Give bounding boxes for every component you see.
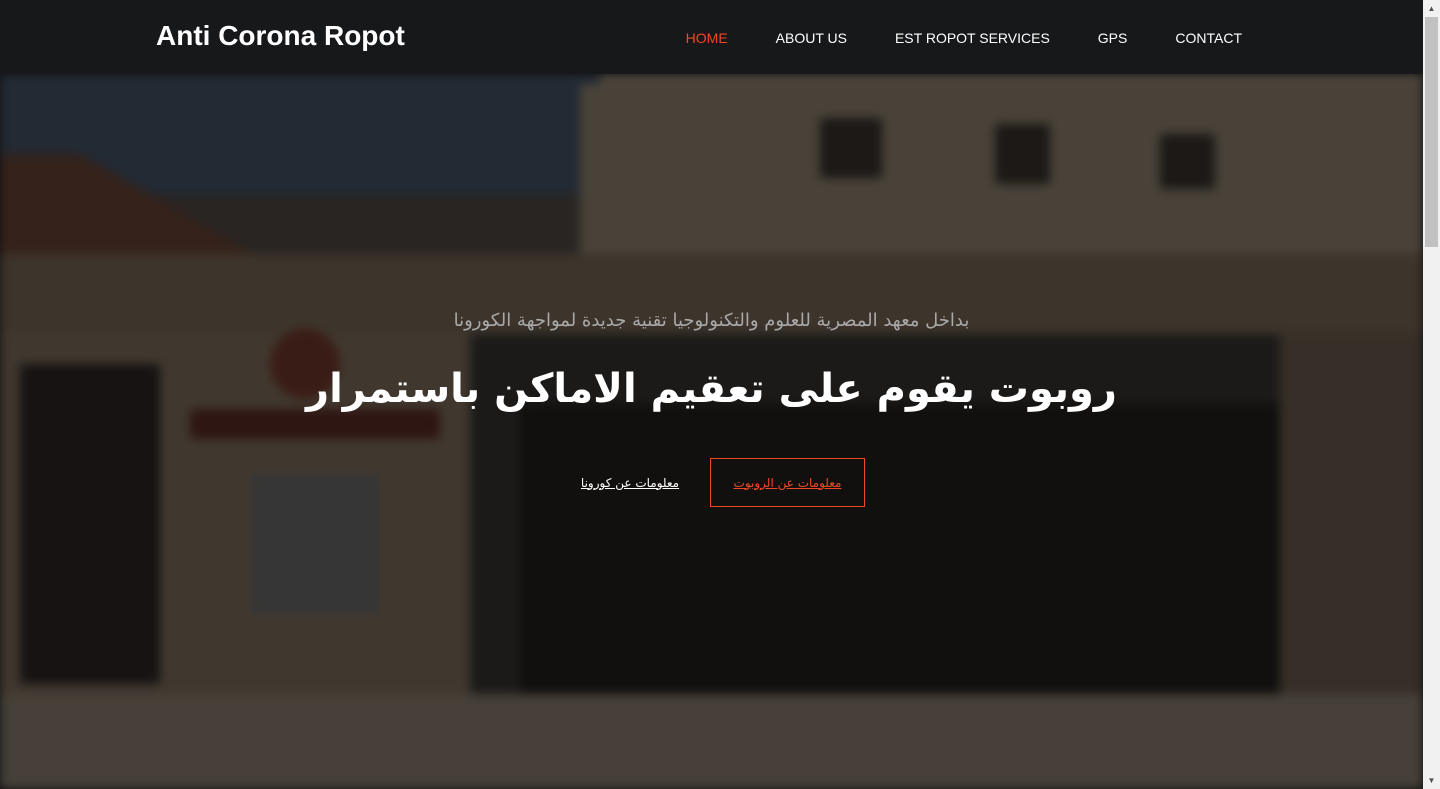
hero-dark-overlay [0, 74, 1423, 789]
vertical-scrollbar[interactable]: ▲ ▼ [1423, 0, 1440, 789]
nav-about-us[interactable]: ABOUT US [776, 30, 847, 46]
corona-info-button[interactable]: معلومات عن كورونا [560, 458, 700, 507]
nav-gps[interactable]: GPS [1098, 30, 1128, 46]
brand-logo-text[interactable]: Anti Corona Ropot [156, 20, 405, 52]
hero-subtitle: بداخل معهد المصرية للعلوم والتكنولوجيا ت… [453, 310, 970, 331]
main-nav: HOME ABOUT US EST ROPOT SERVICES GPS CON… [638, 30, 1242, 46]
robot-info-button[interactable]: معلومات عن الروبوت [710, 458, 865, 507]
scroll-down-arrow-icon[interactable]: ▼ [1423, 772, 1440, 789]
nav-contact[interactable]: CONTACT [1175, 30, 1242, 46]
page: Anti Corona Ropot HOME ABOUT US EST ROPO… [0, 0, 1440, 789]
hero-section: بداخل معهد المصرية للعلوم والتكنولوجيا ت… [0, 74, 1423, 789]
nav-home[interactable]: HOME [686, 30, 728, 46]
scroll-up-arrow-icon[interactable]: ▲ [1423, 0, 1440, 17]
hero-headline: روبوت يقوم على تعقيم الاماكن باستمرار [306, 366, 1117, 412]
scrollbar-thumb[interactable] [1425, 17, 1438, 247]
navbar: Anti Corona Ropot HOME ABOUT US EST ROPO… [0, 0, 1423, 74]
nav-est-ropot-services[interactable]: EST ROPOT SERVICES [895, 30, 1050, 46]
